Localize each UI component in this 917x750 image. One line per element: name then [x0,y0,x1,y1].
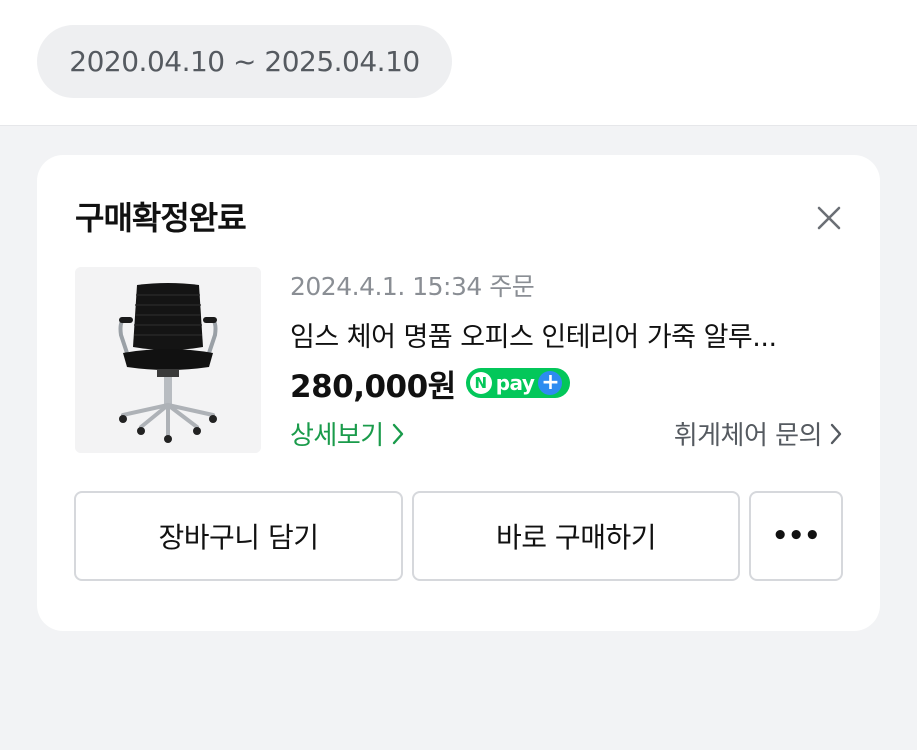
add-to-cart-button[interactable]: 장바구니 담기 [74,491,403,581]
more-options-button[interactable]: ••• [749,491,843,581]
naver-n-icon: N [469,372,492,394]
price-row: 280,000원 N pay + [290,363,571,405]
order-datetime: 2024.4.1. 15:34 주문 [290,272,535,301]
date-range-filter[interactable]: 2020.04.10 ~ 2025.04.10 [37,25,452,98]
npay-label: pay [495,371,535,395]
close-icon [817,206,841,230]
close-button[interactable] [812,201,846,235]
more-dots-icon: ••• [771,521,821,551]
date-range-label: 2020.04.10 ~ 2025.04.10 [69,45,420,78]
npay-plus-badge: N pay + [465,368,571,398]
office-chair-image [75,267,261,453]
product-thumbnail[interactable] [75,267,261,453]
order-status-title: 구매확정완료 [75,199,247,237]
product-price: 280,000원 [290,368,456,405]
product-name[interactable]: 임스 체어 명품 오피스 인테리어 가죽 알루... [290,315,850,354]
view-details-label: 상세보기 [290,421,384,451]
order-card: 구매확정완료 2024.4.1. 15:34 주문 임스 체어 명품 오피스 인… [37,155,880,631]
store-inquiry-link[interactable]: 휘게체어 문의 [674,415,842,452]
plus-icon: + [538,371,563,395]
top-bar: 2020.04.10 ~ 2025.04.10 [0,0,917,126]
buy-now-label: 바로 구매하기 [496,521,656,554]
chevron-right-icon [830,423,842,444]
add-to-cart-label: 장바구니 담기 [158,521,319,554]
store-inquiry-label: 휘게체어 문의 [673,421,823,451]
buy-now-button[interactable]: 바로 구매하기 [412,491,740,581]
view-details-link[interactable]: 상세보기 [290,415,404,452]
chevron-right-icon [392,423,403,444]
